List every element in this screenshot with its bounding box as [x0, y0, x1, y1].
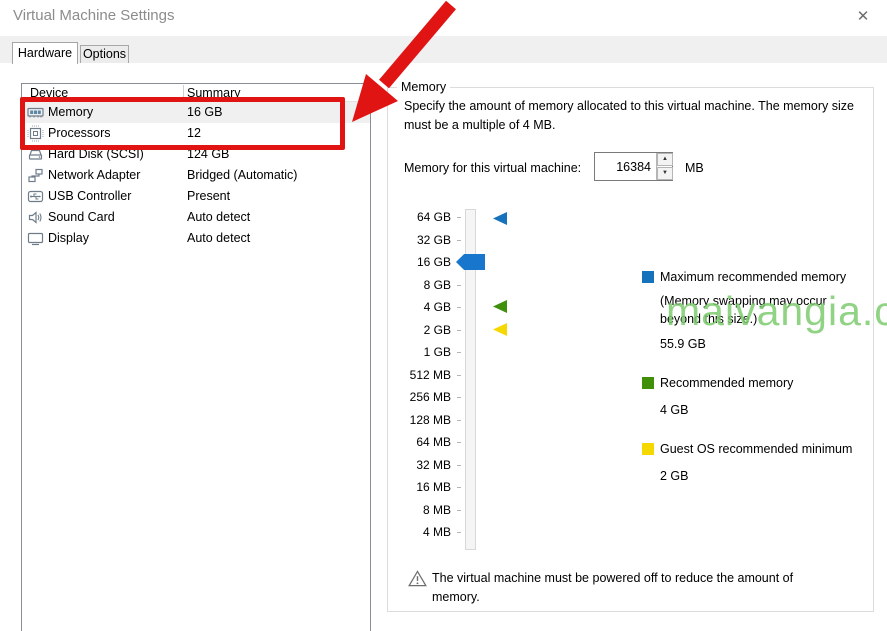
recommended-marker-icon [493, 300, 507, 313]
memory-group: Memory Specify the amount of memory allo… [387, 87, 874, 612]
tab-options[interactable]: Options [80, 45, 129, 63]
memory-unit-label: MB [685, 161, 704, 175]
monitor-icon [27, 230, 44, 247]
device-summary: Present [187, 186, 230, 207]
scale-label: 4 GB [388, 296, 451, 319]
tab-hardware[interactable]: Hardware [12, 42, 78, 64]
legend-note-max: (Memory swapping may occur beyond this s… [660, 292, 832, 328]
device-name: Display [48, 228, 89, 249]
warning-text: The virtual machine must be powered off … [432, 569, 844, 607]
scale-label: 16 MB [388, 476, 451, 499]
legend-label-guest-min: Guest OS recommended minimum [660, 442, 852, 456]
scale-label: 64 GB [388, 206, 451, 229]
virtual-machine-settings-dialog: Virtual Machine Settings ✕ Hardware Opti… [0, 0, 887, 631]
scale-label: 512 MB [388, 364, 451, 387]
scale-label: 4 MB [388, 521, 451, 544]
scale-label: 128 MB [388, 409, 451, 432]
scale-label: 1 GB [388, 341, 451, 364]
device-name: USB Controller [48, 186, 131, 207]
title-bar: Virtual Machine Settings ✕ [0, 0, 887, 36]
legend-swatch-max [642, 271, 654, 283]
scale-label: 32 GB [388, 229, 451, 252]
spin-up-icon[interactable]: ▲ [657, 153, 673, 166]
device-row-network-adapter[interactable]: Network Adapter Bridged (Automatic) [22, 165, 370, 186]
max-recommended-marker-icon [493, 212, 507, 225]
scale-label: 256 MB [388, 386, 451, 409]
device-name: Sound Card [48, 207, 115, 228]
device-list: Device Summary Memory 16 GB Processors 1… [21, 83, 371, 631]
legend-swatch-recommended [642, 377, 654, 389]
memory-scale: 64 GB 32 GB 16 GB 8 GB 4 GB 2 GB 1 GB 51… [388, 206, 451, 544]
spin-down-icon[interactable]: ▼ [657, 167, 673, 180]
device-summary: Auto detect [187, 228, 250, 249]
dialog-title: Virtual Machine Settings [13, 7, 174, 24]
scale-label: 64 MB [388, 431, 451, 454]
memory-slider-handle[interactable] [456, 254, 485, 270]
device-row-usb-controller[interactable]: USB Controller Present [22, 186, 370, 207]
memory-group-label: Memory [397, 80, 450, 94]
legend-label-max: Maximum recommended memory [660, 270, 846, 284]
scale-label: 16 GB [388, 251, 451, 274]
legend-swatch-guest-min [642, 443, 654, 455]
memory-value-input[interactable] [595, 153, 656, 180]
legend-label-recommended: Recommended memory [660, 376, 793, 390]
scale-label: 32 MB [388, 454, 451, 477]
scale-label: 8 MB [388, 499, 451, 522]
legend-value-recommended: 4 GB [660, 403, 689, 417]
device-row-display[interactable]: Display Auto detect [22, 228, 370, 249]
memory-field-label: Memory for this virtual machine: [404, 161, 581, 175]
guest-minimum-marker-icon [493, 323, 507, 336]
device-row-sound-card[interactable]: Sound Card Auto detect [22, 207, 370, 228]
tab-strip: Hardware Options [0, 36, 887, 63]
memory-spinbox: ▲ ▼ [594, 152, 673, 181]
speaker-icon [27, 209, 44, 226]
scale-label: 2 GB [388, 319, 451, 342]
device-summary: Auto detect [187, 207, 250, 228]
legend-value-guest-min: 2 GB [660, 469, 689, 483]
spinner-buttons: ▲ ▼ [656, 153, 672, 180]
device-name: Network Adapter [48, 165, 140, 186]
scale-label: 8 GB [388, 274, 451, 297]
usb-icon [27, 188, 44, 205]
legend-value-max: 55.9 GB [660, 337, 706, 351]
memory-description: Specify the amount of memory allocated t… [404, 97, 866, 135]
warning-icon [408, 570, 427, 587]
network-adapter-icon [27, 167, 44, 184]
annotation-highlight-box [20, 97, 345, 150]
device-summary: Bridged (Automatic) [187, 165, 297, 186]
close-icon[interactable]: ✕ [851, 5, 875, 29]
